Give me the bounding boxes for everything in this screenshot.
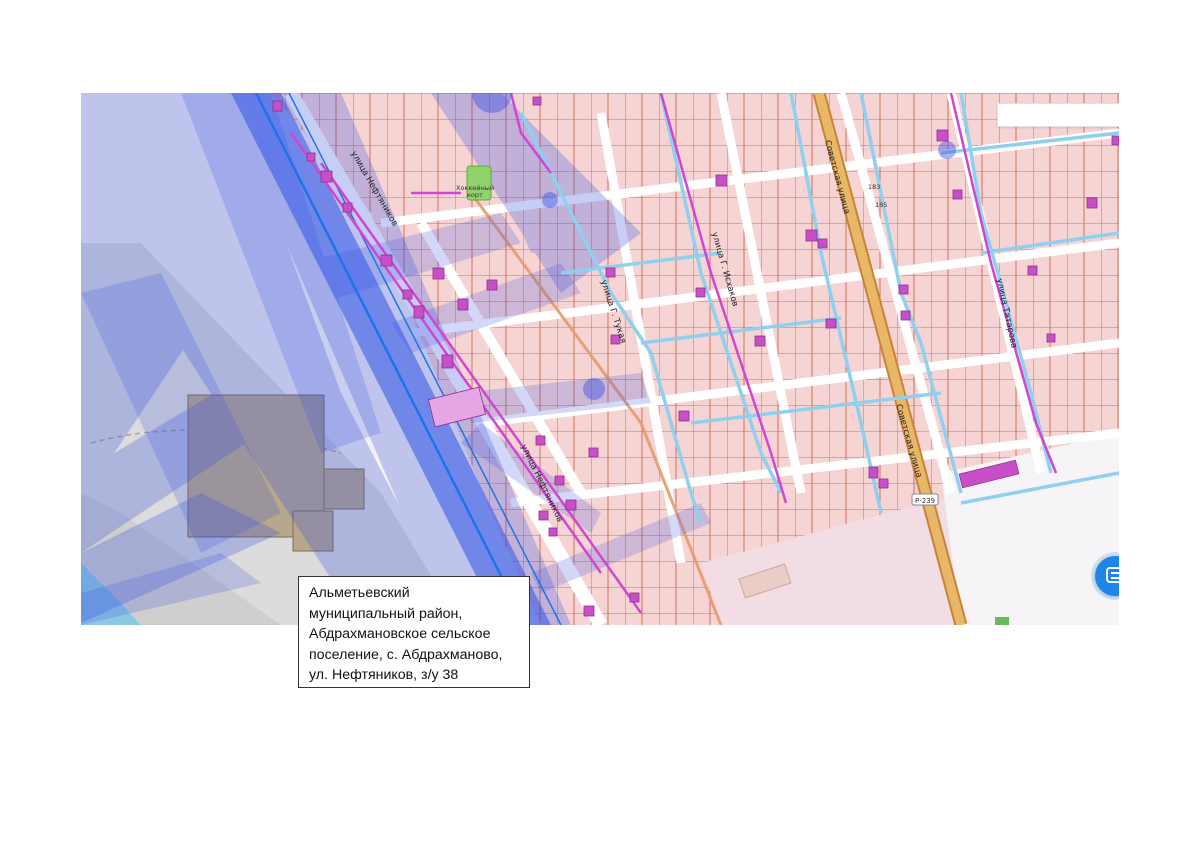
house-number-185: 185 <box>875 201 887 209</box>
map-search-box[interactable]: В <box>997 103 1119 127</box>
caption-line-5: ул. Нефтяников, з/у 38 <box>309 667 459 683</box>
house-number-183: 183 <box>868 183 880 191</box>
caption-line-3: Абдрахмановское сельское <box>309 626 491 642</box>
address-caption: Альметьевский муниципальный район, Абдра… <box>298 576 530 688</box>
road-shield-label: Р-239 <box>915 497 935 505</box>
caption-line-1: Альметьевский <box>309 585 410 601</box>
label-hockey-rink-2: корт <box>467 191 483 199</box>
green-plot <box>995 617 1009 625</box>
map-view[interactable]: улица Нефтяников улица Нефтяников улица … <box>81 93 1119 625</box>
road-shield: Р-239 <box>911 493 939 506</box>
caption-line-2: муниципальный район, <box>309 605 463 622</box>
caption-line-4: поселение, с. Абдрахманово, <box>309 646 503 663</box>
chat-icon <box>1106 567 1119 583</box>
map-canvas[interactable]: улица Нефтяников улица Нефтяников улица … <box>81 93 1119 625</box>
